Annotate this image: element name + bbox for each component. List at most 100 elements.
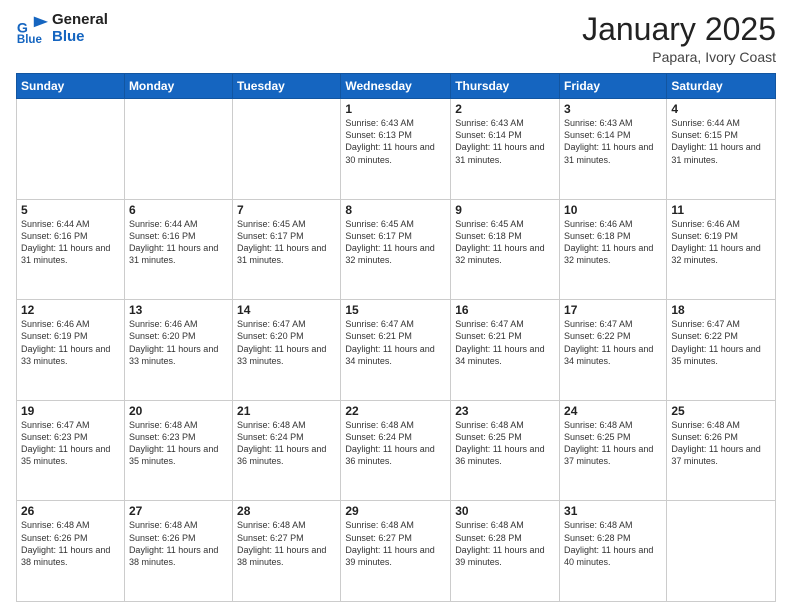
calendar-cell: 19Sunrise: 6:47 AM Sunset: 6:23 PM Dayli… bbox=[17, 400, 125, 501]
day-info: Sunrise: 6:48 AM Sunset: 6:26 PM Dayligh… bbox=[129, 519, 228, 568]
calendar-cell: 12Sunrise: 6:46 AM Sunset: 6:19 PM Dayli… bbox=[17, 300, 125, 401]
day-number: 13 bbox=[129, 303, 228, 317]
logo-icon: G Blue bbox=[16, 13, 48, 45]
calendar-cell bbox=[124, 99, 232, 200]
day-number: 5 bbox=[21, 203, 120, 217]
calendar-cell bbox=[233, 99, 341, 200]
calendar-week-3: 12Sunrise: 6:46 AM Sunset: 6:19 PM Dayli… bbox=[17, 300, 776, 401]
day-number: 30 bbox=[455, 504, 555, 518]
day-info: Sunrise: 6:47 AM Sunset: 6:22 PM Dayligh… bbox=[671, 318, 771, 367]
day-info: Sunrise: 6:46 AM Sunset: 6:18 PM Dayligh… bbox=[564, 218, 662, 267]
day-number: 15 bbox=[345, 303, 446, 317]
day-info: Sunrise: 6:45 AM Sunset: 6:17 PM Dayligh… bbox=[237, 218, 336, 267]
calendar-cell: 9Sunrise: 6:45 AM Sunset: 6:18 PM Daylig… bbox=[451, 199, 560, 300]
calendar-week-1: 1Sunrise: 6:43 AM Sunset: 6:13 PM Daylig… bbox=[17, 99, 776, 200]
day-info: Sunrise: 6:47 AM Sunset: 6:20 PM Dayligh… bbox=[237, 318, 336, 367]
day-number: 29 bbox=[345, 504, 446, 518]
day-number: 1 bbox=[345, 102, 446, 116]
page: G Blue General Blue January 2025 Papara,… bbox=[0, 0, 792, 612]
calendar-cell: 5Sunrise: 6:44 AM Sunset: 6:16 PM Daylig… bbox=[17, 199, 125, 300]
day-info: Sunrise: 6:47 AM Sunset: 6:22 PM Dayligh… bbox=[564, 318, 662, 367]
day-info: Sunrise: 6:48 AM Sunset: 6:24 PM Dayligh… bbox=[237, 419, 336, 468]
day-number: 14 bbox=[237, 303, 336, 317]
day-info: Sunrise: 6:48 AM Sunset: 6:27 PM Dayligh… bbox=[237, 519, 336, 568]
day-number: 20 bbox=[129, 404, 228, 418]
calendar-cell: 6Sunrise: 6:44 AM Sunset: 6:16 PM Daylig… bbox=[124, 199, 232, 300]
calendar-week-4: 19Sunrise: 6:47 AM Sunset: 6:23 PM Dayli… bbox=[17, 400, 776, 501]
day-info: Sunrise: 6:48 AM Sunset: 6:23 PM Dayligh… bbox=[129, 419, 228, 468]
day-number: 12 bbox=[21, 303, 120, 317]
calendar-cell: 18Sunrise: 6:47 AM Sunset: 6:22 PM Dayli… bbox=[667, 300, 776, 401]
day-info: Sunrise: 6:48 AM Sunset: 6:24 PM Dayligh… bbox=[345, 419, 446, 468]
day-info: Sunrise: 6:44 AM Sunset: 6:15 PM Dayligh… bbox=[671, 117, 771, 166]
logo-blue: Blue bbox=[52, 29, 108, 46]
day-number: 2 bbox=[455, 102, 555, 116]
day-number: 25 bbox=[671, 404, 771, 418]
day-info: Sunrise: 6:43 AM Sunset: 6:14 PM Dayligh… bbox=[455, 117, 555, 166]
day-number: 9 bbox=[455, 203, 555, 217]
day-number: 18 bbox=[671, 303, 771, 317]
calendar: SundayMondayTuesdayWednesdayThursdayFrid… bbox=[16, 73, 776, 602]
day-info: Sunrise: 6:48 AM Sunset: 6:28 PM Dayligh… bbox=[455, 519, 555, 568]
calendar-cell: 29Sunrise: 6:48 AM Sunset: 6:27 PM Dayli… bbox=[341, 501, 451, 602]
weekday-header-friday: Friday bbox=[560, 74, 667, 99]
day-info: Sunrise: 6:48 AM Sunset: 6:25 PM Dayligh… bbox=[564, 419, 662, 468]
day-number: 8 bbox=[345, 203, 446, 217]
weekday-header-saturday: Saturday bbox=[667, 74, 776, 99]
day-info: Sunrise: 6:44 AM Sunset: 6:16 PM Dayligh… bbox=[21, 218, 120, 267]
day-number: 19 bbox=[21, 404, 120, 418]
day-number: 23 bbox=[455, 404, 555, 418]
logo: G Blue General Blue bbox=[16, 12, 108, 45]
weekday-header-sunday: Sunday bbox=[17, 74, 125, 99]
day-info: Sunrise: 6:43 AM Sunset: 6:13 PM Dayligh… bbox=[345, 117, 446, 166]
calendar-cell: 14Sunrise: 6:47 AM Sunset: 6:20 PM Dayli… bbox=[233, 300, 341, 401]
day-info: Sunrise: 6:48 AM Sunset: 6:25 PM Dayligh… bbox=[455, 419, 555, 468]
calendar-cell bbox=[17, 99, 125, 200]
calendar-cell: 30Sunrise: 6:48 AM Sunset: 6:28 PM Dayli… bbox=[451, 501, 560, 602]
weekday-header-monday: Monday bbox=[124, 74, 232, 99]
calendar-cell: 31Sunrise: 6:48 AM Sunset: 6:28 PM Dayli… bbox=[560, 501, 667, 602]
calendar-cell: 3Sunrise: 6:43 AM Sunset: 6:14 PM Daylig… bbox=[560, 99, 667, 200]
day-number: 22 bbox=[345, 404, 446, 418]
day-number: 24 bbox=[564, 404, 662, 418]
day-number: 10 bbox=[564, 203, 662, 217]
day-info: Sunrise: 6:43 AM Sunset: 6:14 PM Dayligh… bbox=[564, 117, 662, 166]
calendar-cell: 20Sunrise: 6:48 AM Sunset: 6:23 PM Dayli… bbox=[124, 400, 232, 501]
weekday-header-thursday: Thursday bbox=[451, 74, 560, 99]
calendar-cell: 21Sunrise: 6:48 AM Sunset: 6:24 PM Dayli… bbox=[233, 400, 341, 501]
calendar-cell: 1Sunrise: 6:43 AM Sunset: 6:13 PM Daylig… bbox=[341, 99, 451, 200]
calendar-cell: 4Sunrise: 6:44 AM Sunset: 6:15 PM Daylig… bbox=[667, 99, 776, 200]
calendar-cell: 17Sunrise: 6:47 AM Sunset: 6:22 PM Dayli… bbox=[560, 300, 667, 401]
day-number: 4 bbox=[671, 102, 771, 116]
day-info: Sunrise: 6:46 AM Sunset: 6:19 PM Dayligh… bbox=[671, 218, 771, 267]
day-info: Sunrise: 6:45 AM Sunset: 6:17 PM Dayligh… bbox=[345, 218, 446, 267]
calendar-cell: 23Sunrise: 6:48 AM Sunset: 6:25 PM Dayli… bbox=[451, 400, 560, 501]
calendar-cell bbox=[667, 501, 776, 602]
calendar-cell: 2Sunrise: 6:43 AM Sunset: 6:14 PM Daylig… bbox=[451, 99, 560, 200]
calendar-cell: 13Sunrise: 6:46 AM Sunset: 6:20 PM Dayli… bbox=[124, 300, 232, 401]
weekday-header-tuesday: Tuesday bbox=[233, 74, 341, 99]
day-number: 16 bbox=[455, 303, 555, 317]
calendar-cell: 8Sunrise: 6:45 AM Sunset: 6:17 PM Daylig… bbox=[341, 199, 451, 300]
calendar-cell: 27Sunrise: 6:48 AM Sunset: 6:26 PM Dayli… bbox=[124, 501, 232, 602]
title-block: January 2025 Papara, Ivory Coast bbox=[582, 12, 776, 65]
day-info: Sunrise: 6:45 AM Sunset: 6:18 PM Dayligh… bbox=[455, 218, 555, 267]
calendar-cell: 22Sunrise: 6:48 AM Sunset: 6:24 PM Dayli… bbox=[341, 400, 451, 501]
calendar-header-row: SundayMondayTuesdayWednesdayThursdayFrid… bbox=[17, 74, 776, 99]
day-info: Sunrise: 6:47 AM Sunset: 6:23 PM Dayligh… bbox=[21, 419, 120, 468]
calendar-week-5: 26Sunrise: 6:48 AM Sunset: 6:26 PM Dayli… bbox=[17, 501, 776, 602]
calendar-cell: 16Sunrise: 6:47 AM Sunset: 6:21 PM Dayli… bbox=[451, 300, 560, 401]
day-info: Sunrise: 6:46 AM Sunset: 6:19 PM Dayligh… bbox=[21, 318, 120, 367]
calendar-cell: 10Sunrise: 6:46 AM Sunset: 6:18 PM Dayli… bbox=[560, 199, 667, 300]
day-info: Sunrise: 6:44 AM Sunset: 6:16 PM Dayligh… bbox=[129, 218, 228, 267]
day-info: Sunrise: 6:48 AM Sunset: 6:26 PM Dayligh… bbox=[21, 519, 120, 568]
header: G Blue General Blue January 2025 Papara,… bbox=[16, 12, 776, 65]
weekday-header-wednesday: Wednesday bbox=[341, 74, 451, 99]
day-number: 27 bbox=[129, 504, 228, 518]
location-subtitle: Papara, Ivory Coast bbox=[582, 49, 776, 65]
day-number: 3 bbox=[564, 102, 662, 116]
day-info: Sunrise: 6:47 AM Sunset: 6:21 PM Dayligh… bbox=[345, 318, 446, 367]
day-info: Sunrise: 6:48 AM Sunset: 6:28 PM Dayligh… bbox=[564, 519, 662, 568]
calendar-cell: 11Sunrise: 6:46 AM Sunset: 6:19 PM Dayli… bbox=[667, 199, 776, 300]
logo-general: General bbox=[52, 12, 108, 29]
